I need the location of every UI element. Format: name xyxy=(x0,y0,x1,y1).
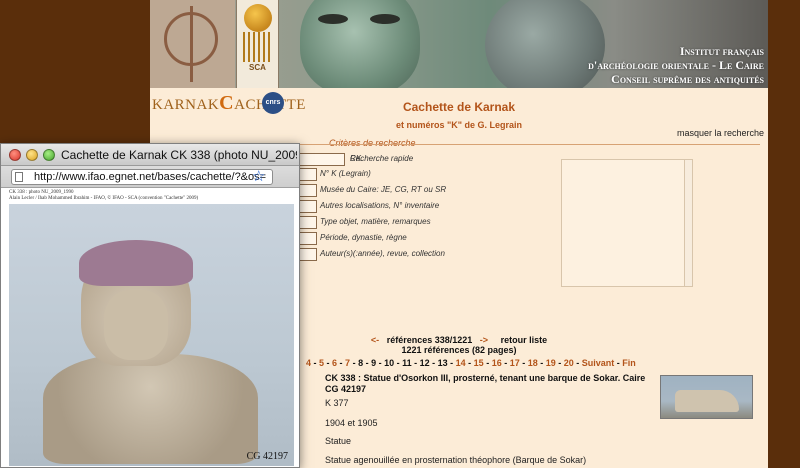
page-icon xyxy=(15,172,23,182)
institute-line-1: Institut français xyxy=(679,44,764,58)
record-type: Statue xyxy=(325,436,352,446)
k-number-label: N° K (Legrain) xyxy=(320,169,371,178)
photo-popup-window: Cachette de Karnak CK 338 (photo NU_2009… xyxy=(0,143,300,468)
other-locations-label: Autres localisations, N° inventaire xyxy=(320,201,440,210)
author-label: Auteur(s)(:année), revue, collection xyxy=(320,249,445,258)
record-thumbnail[interactable] xyxy=(660,375,753,419)
zoom-button[interactable] xyxy=(43,149,55,161)
next-page-link[interactable]: Suivant xyxy=(582,358,615,368)
search-results-listbox[interactable] xyxy=(561,159,693,287)
sca-logo[interactable]: SCA xyxy=(236,0,279,88)
statue-crown xyxy=(79,240,193,286)
ifao-logo[interactable] xyxy=(150,0,235,88)
statue-face xyxy=(104,290,168,360)
object-type-label: Type objet, matière, remarques xyxy=(320,217,431,226)
bookmark-star-icon[interactable]: ☆ xyxy=(252,168,265,186)
page-link[interactable]: 10 xyxy=(384,358,394,368)
page-link[interactable]: 12 xyxy=(420,358,430,368)
cairo-museum-label: Musée du Caire: JE, CG, RT ou SR xyxy=(320,185,447,194)
next-record-link[interactable]: -> xyxy=(480,335,488,345)
hide-search-link[interactable]: masquer la recherche xyxy=(677,128,764,138)
photo-label: CG 42197 xyxy=(246,451,288,462)
quick-search-label: Recherche rapide xyxy=(350,154,414,163)
popup-content: CK 338 : photo NU_2009_1990 Alain Lecler… xyxy=(1,188,299,467)
window-titlebar[interactable]: Cachette de Karnak CK 338 (photo NU_2009… xyxy=(1,144,299,166)
page-link[interactable]: 15 xyxy=(474,358,484,368)
page-link[interactable]: 11 xyxy=(402,358,412,368)
record-description: Statue agenouillée en prosternation théo… xyxy=(325,455,587,465)
photo-credit: CK 338 : photo NU_2009_1990 Alain Lecler… xyxy=(9,190,198,202)
sca-logo-text: SCA xyxy=(249,63,266,72)
institute-names: Institut français d'archéologie oriental… xyxy=(588,44,764,86)
close-button[interactable] xyxy=(9,149,21,161)
record-date: 1904 et 1905 xyxy=(325,418,378,428)
record-title: CK 338 : Statue d'Osorkon III, prosterné… xyxy=(325,373,646,394)
statue-face-image-2 xyxy=(485,0,605,88)
institute-line-3: Conseil suprême des antiquités xyxy=(611,72,764,86)
window-title: Cachette de Karnak CK 338 (photo NU_2009… xyxy=(61,148,297,162)
statue-body xyxy=(43,354,258,464)
minimize-button[interactable] xyxy=(26,149,38,161)
page-link[interactable]: 20 xyxy=(564,358,574,368)
pagination: 4 - 5 - 6 - 7 - 8 - 9 - 10 - 11 - 12 - 1… xyxy=(306,358,636,368)
listbox-scrollbar[interactable] xyxy=(684,160,692,286)
page-link[interactable]: 14 xyxy=(456,358,466,368)
header-banner: SCA Institut français d'archéologie orie… xyxy=(150,0,768,88)
photo-credit-line-2: Alain Lecler / Ihab Mohammed Ibrahim - I… xyxy=(9,196,199,201)
institute-line-2: d'archéologie orientale - Le Caire xyxy=(588,58,764,72)
back-to-list-link[interactable]: retour liste xyxy=(501,335,548,345)
page-subtitle: et numéros "K" de G. Legrain xyxy=(395,120,523,130)
page-title: Cachette de Karnak xyxy=(402,100,516,114)
prev-record-link[interactable]: <- xyxy=(371,335,379,345)
current-page: 13 xyxy=(437,358,448,368)
page-link[interactable]: 17 xyxy=(510,358,520,368)
page-link[interactable]: 16 xyxy=(492,358,502,368)
period-label: Période, dynastie, règne xyxy=(320,233,407,242)
page-link[interactable]: 19 xyxy=(546,358,556,368)
statue-photo: CG 42197 xyxy=(9,204,294,466)
record-position: références 338/1221 xyxy=(386,335,473,345)
url-field[interactable]: http://www.ifao.egnet.net/bases/cachette… xyxy=(11,169,273,185)
page-link[interactable]: 18 xyxy=(528,358,538,368)
statue-face-image xyxy=(300,0,420,88)
last-page-link[interactable]: Fin xyxy=(622,358,636,368)
record-k-number: K 377 xyxy=(325,398,349,408)
address-bar: http://www.ifao.egnet.net/bases/cachette… xyxy=(1,166,299,188)
